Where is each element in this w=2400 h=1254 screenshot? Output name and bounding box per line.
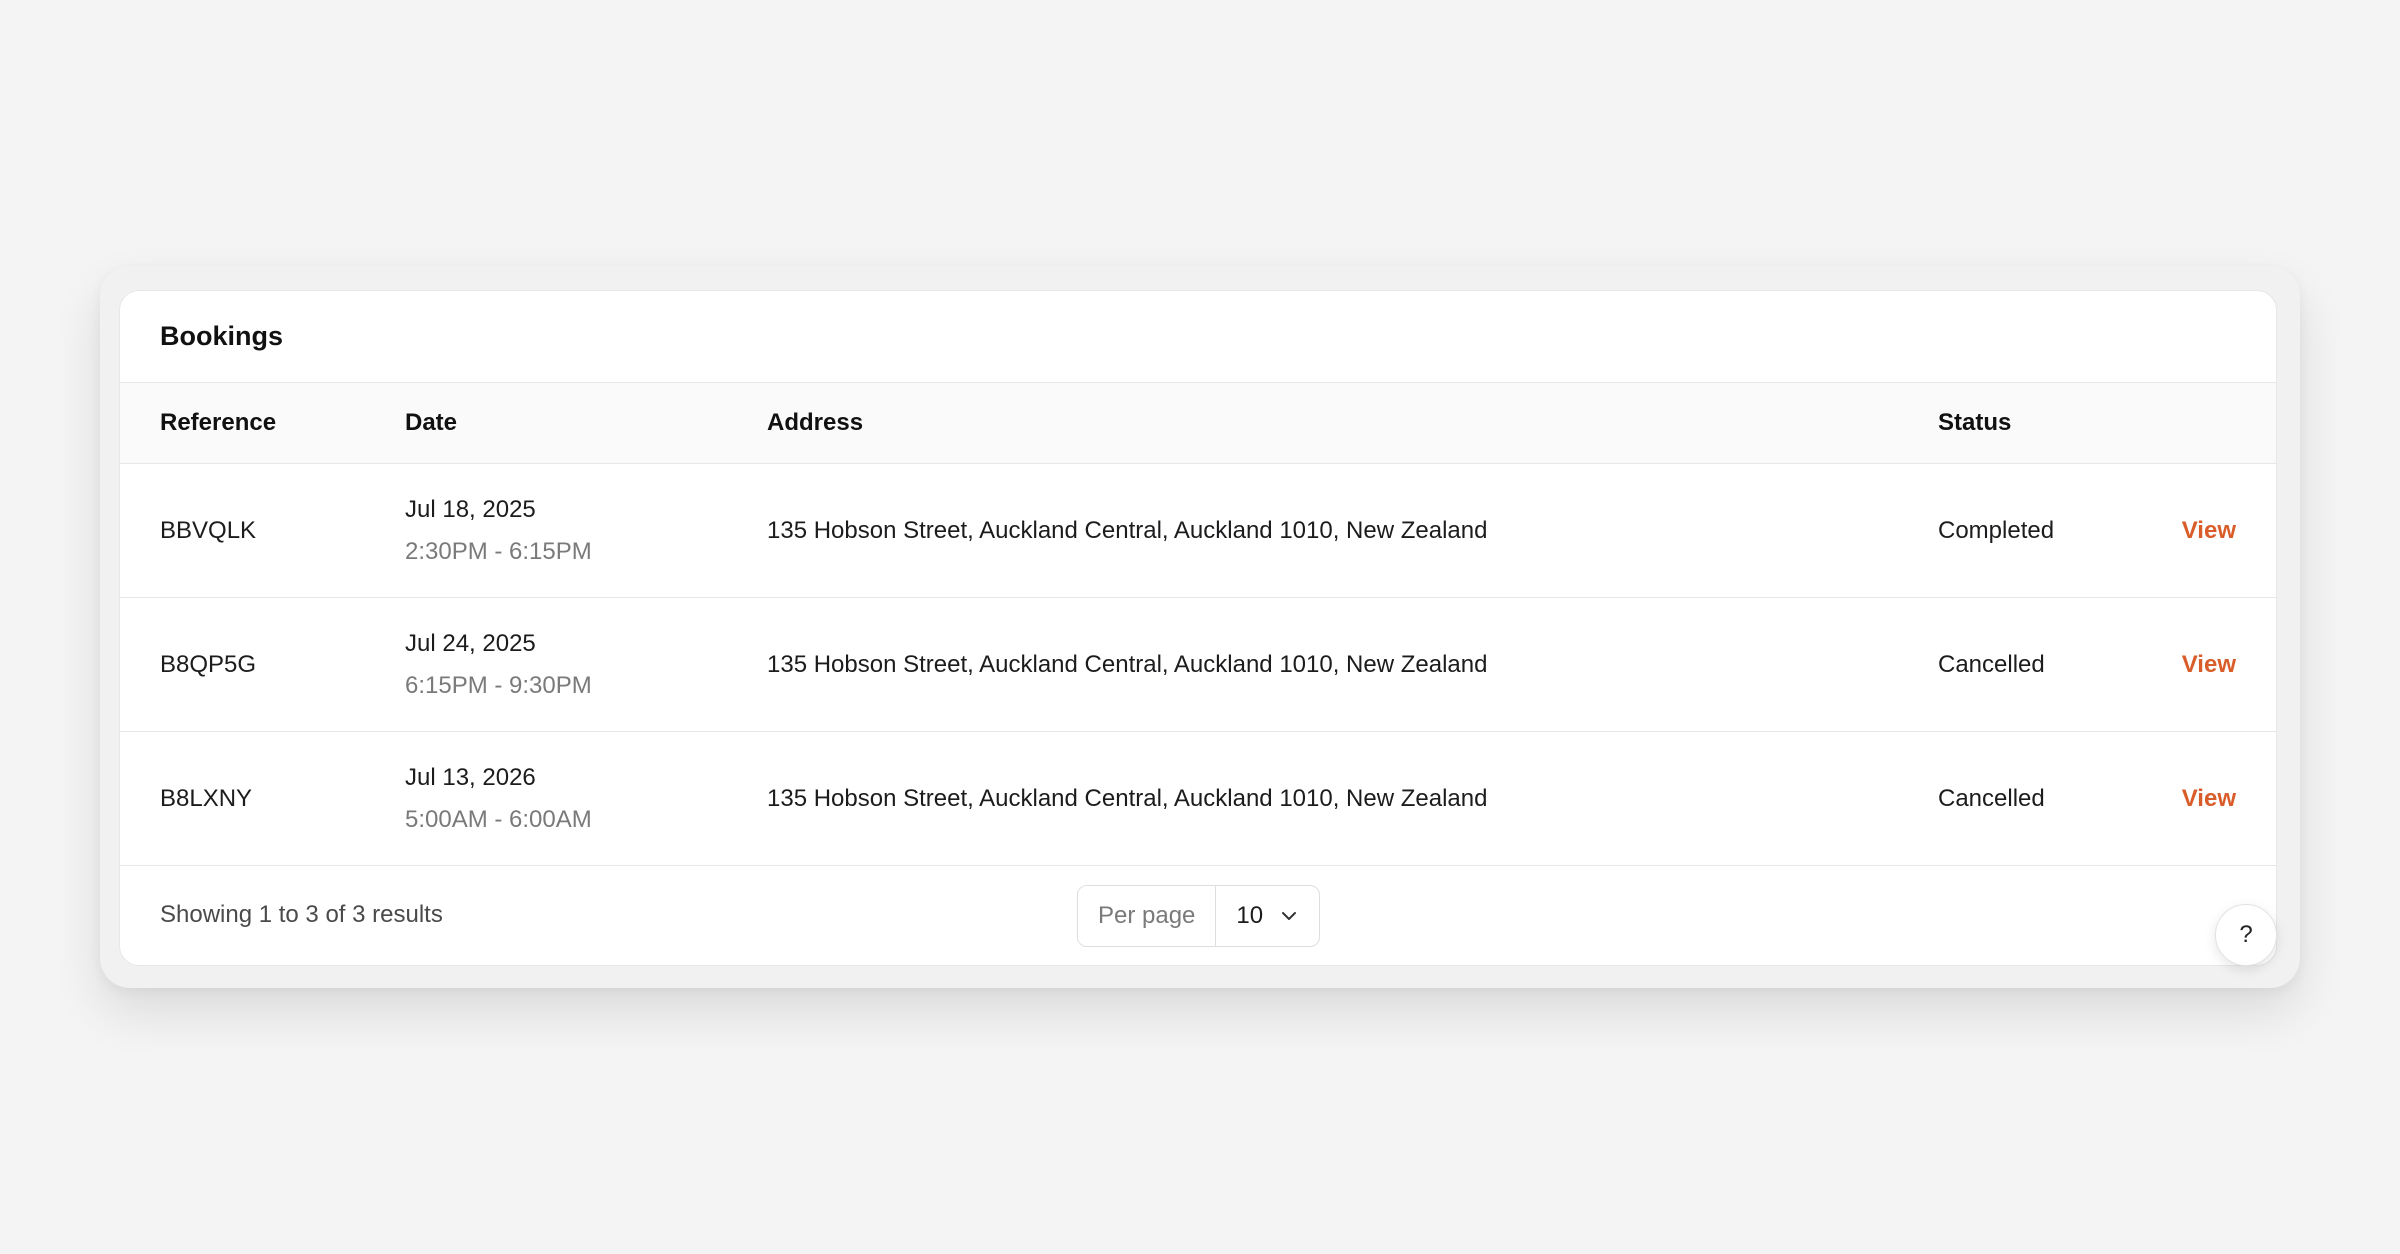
table-footer: Showing 1 to 3 of 3 results Per page 10: [120, 866, 2276, 964]
results-summary: Showing 1 to 3 of 3 results: [160, 901, 443, 928]
per-page-control: Per page 10: [1077, 885, 1321, 947]
row-address: 135 Hobson Street, Auckland Central, Auc…: [767, 784, 1488, 812]
row-date: Jul 18, 2025 2:30PM - 6:15PM: [405, 464, 592, 597]
row-date-time: 6:15PM - 9:30PM: [405, 671, 592, 699]
card-header: Bookings: [120, 291, 2276, 383]
row-date-time: 5:00AM - 6:00AM: [405, 805, 592, 833]
column-header-date: Date: [405, 409, 458, 436]
page-title: Bookings: [160, 321, 284, 351]
row-status: Completed: [1938, 516, 2055, 544]
row-reference: B8LXNY: [160, 784, 253, 812]
row-date-day: Jul 24, 2025: [405, 629, 536, 657]
per-page-label: Per page: [1078, 886, 1217, 946]
row-date: Jul 13, 2026 5:00AM - 6:00AM: [405, 732, 592, 865]
column-header-status: Status: [1938, 409, 2012, 436]
table-row: BBVQLK Jul 18, 2025 2:30PM - 6:15PM 135 …: [120, 464, 2276, 598]
table-row: B8QP5G Jul 24, 2025 6:15PM - 9:30PM 135 …: [120, 598, 2276, 732]
row-address: 135 Hobson Street, Auckland Central, Auc…: [767, 516, 1488, 544]
chevron-down-icon: [1282, 912, 1297, 920]
bookings-card: Bookings Reference Date Address Status B…: [119, 290, 2277, 966]
row-action: View: [2182, 464, 2236, 597]
help-button[interactable]: ?: [2215, 904, 2277, 966]
row-date-day: Jul 18, 2025: [405, 495, 536, 523]
per-page-value: 10: [1236, 902, 1264, 929]
row-action: View: [2182, 732, 2236, 865]
view-booking-link[interactable]: View: [2182, 517, 2236, 545]
view-booking-link[interactable]: View: [2182, 785, 2236, 813]
row-address: 135 Hobson Street, Auckland Central, Auc…: [767, 650, 1488, 678]
table-header: Reference Date Address Status: [120, 383, 2276, 464]
bookings-panel-frame: Bookings Reference Date Address Status B…: [100, 266, 2300, 988]
table-row: B8LXNY Jul 13, 2026 5:00AM - 6:00AM 135 …: [120, 732, 2276, 866]
row-status: Cancelled: [1938, 784, 2045, 812]
row-reference: BBVQLK: [160, 516, 257, 544]
view-booking-link[interactable]: View: [2182, 651, 2236, 679]
row-date-time: 2:30PM - 6:15PM: [405, 537, 592, 565]
row-reference: B8QP5G: [160, 650, 257, 678]
column-header-address: Address: [767, 409, 864, 436]
row-status: Cancelled: [1938, 650, 2045, 678]
row-date-day: Jul 13, 2026: [405, 763, 536, 791]
row-date: Jul 24, 2025 6:15PM - 9:30PM: [405, 598, 592, 731]
per-page-select[interactable]: 10: [1216, 886, 1319, 946]
column-header-reference: Reference: [160, 409, 277, 436]
row-action: View: [2182, 598, 2236, 731]
